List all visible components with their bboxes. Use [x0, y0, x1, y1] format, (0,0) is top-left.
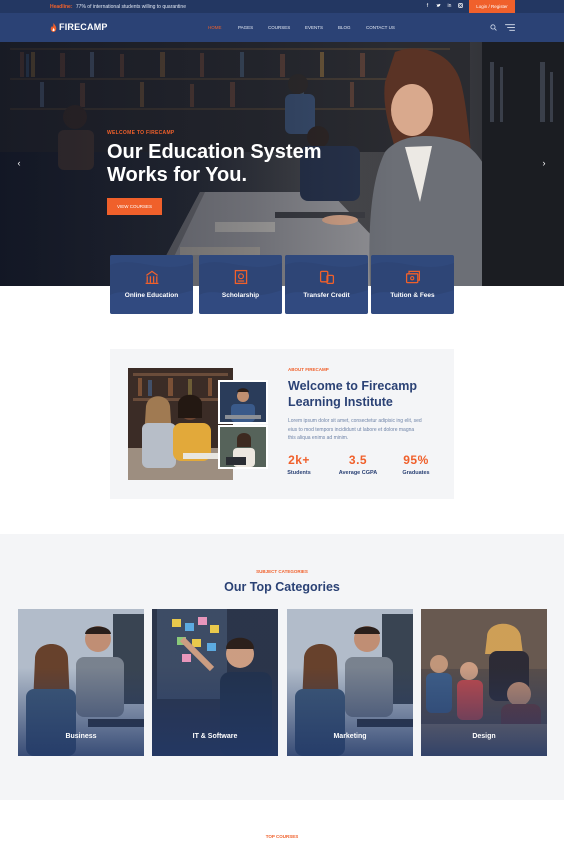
hero-slider: WELCOME TO FIRECAMP Our Education System… — [0, 42, 564, 286]
category-label: IT & Software — [192, 733, 238, 740]
feature-card-tuition-fees[interactable]: Tuition & Fees — [371, 255, 454, 314]
certificate-icon — [234, 269, 247, 285]
logo-text: FIRECAMP — [59, 22, 108, 32]
login-register-button[interactable]: Login / Register — [469, 0, 515, 13]
categories-title: Our Top Categories — [224, 580, 340, 594]
category-label: Business — [65, 733, 97, 740]
about-title: Welcome to Firecamp Learning Institute — [288, 378, 438, 410]
feature-card-online-education[interactable]: Online Education — [110, 255, 193, 314]
category-card-design[interactable]: Design — [421, 609, 547, 756]
stat-label: Graduates — [402, 470, 430, 476]
feature-label: Online Education — [124, 292, 179, 299]
headline-text[interactable]: 77% of international students willing to… — [76, 4, 186, 10]
search-icon[interactable] — [490, 24, 497, 31]
view-courses-button[interactable]: VIEW COURSES — [107, 198, 162, 215]
facebook-icon[interactable]: f — [425, 3, 430, 9]
about-title-line1: Welcome to Firecamp — [288, 379, 417, 393]
building-icon — [145, 270, 158, 285]
devices-icon — [319, 270, 334, 285]
category-label: Marketing — [333, 733, 367, 740]
chevron-left-icon[interactable]: ‹ — [15, 158, 23, 168]
top-bar: Headline: 77% of international students … — [0, 0, 564, 13]
feature-label: Tuition & Fees — [390, 292, 435, 299]
nav-contact-us[interactable]: CONTACT US — [366, 25, 395, 30]
category-card-it-software[interactable]: IT & Software — [152, 609, 278, 756]
about-small-photo-2 — [218, 425, 268, 469]
about-section: ABOUT FIRECAMP Welcome to Firecamp Learn… — [110, 349, 454, 499]
about-title-line2: Learning Institute — [288, 395, 393, 409]
flame-icon — [50, 22, 57, 32]
feature-label: Transfer Credit — [303, 292, 350, 299]
category-card-marketing[interactable]: Marketing — [287, 609, 413, 756]
feature-label: Scholarship — [221, 292, 260, 299]
chevron-right-icon[interactable]: › — [540, 158, 548, 168]
headline-tag: Headline: — [50, 4, 73, 10]
logo[interactable]: FIRECAMP — [50, 22, 108, 32]
social-links: f in — [425, 3, 463, 9]
stat-graduates: 95% Graduates — [398, 453, 434, 476]
main-nav: HOME PAGES COURSES EVENTS BLOG CONTACT U… — [208, 25, 395, 30]
hero-kicker: WELCOME TO FIRECAMP — [107, 130, 175, 136]
categories-kicker: SUBJECT CATEGORIES — [256, 569, 308, 574]
feature-cards: Online Education Scholarship Transfer Cr… — [110, 255, 454, 314]
feature-card-transfer-credit[interactable]: Transfer Credit — [285, 255, 368, 314]
feature-card-scholarship[interactable]: Scholarship — [199, 255, 282, 314]
about-small-photo-1 — [218, 380, 268, 424]
hero-title-line2: Works for You. — [107, 164, 248, 186]
nav-pages[interactable]: PAGES — [238, 25, 268, 30]
instagram-icon[interactable] — [458, 3, 463, 9]
nav-courses[interactable]: COURSES — [268, 25, 305, 30]
nav-events[interactable]: EVENTS — [305, 25, 338, 30]
stat-value: 2k+ — [288, 453, 310, 467]
hero-title: Our Education System Works for You. — [107, 141, 367, 187]
stat-value: 3.5 — [348, 453, 368, 467]
linkedin-icon[interactable]: in — [447, 3, 452, 9]
money-icon — [405, 270, 420, 284]
stat-label: Students — [287, 470, 311, 476]
top-courses-kicker: TOP COURSES — [265, 834, 299, 839]
hamburger-menu-icon[interactable] — [505, 24, 515, 31]
about-kicker: ABOUT FIRECAMP — [288, 367, 329, 372]
stat-label: Average CGPA — [338, 470, 378, 476]
nav-home[interactable]: HOME — [208, 25, 238, 30]
stat-value: 95% — [403, 453, 429, 467]
stat-students: 2k+ Students — [286, 453, 312, 476]
twitter-icon[interactable] — [436, 3, 441, 9]
hero-title-line1: Our Education System — [107, 141, 322, 163]
nav-blog[interactable]: BLOG — [338, 25, 366, 30]
about-description: Lorem ipsum dolor sit amet, consectetur … — [288, 418, 422, 441]
main-header: FIRECAMP HOME PAGES COURSES EVENTS BLOG … — [0, 13, 564, 42]
stat-average-cgpa: 3.5 Average CGPA — [335, 453, 381, 476]
category-label: Design — [472, 733, 496, 740]
category-card-business[interactable]: Business — [18, 609, 144, 756]
categories-section: SUBJECT CATEGORIES Our Top Categories Bu… — [0, 534, 564, 800]
headline: Headline: 77% of international students … — [50, 4, 186, 10]
